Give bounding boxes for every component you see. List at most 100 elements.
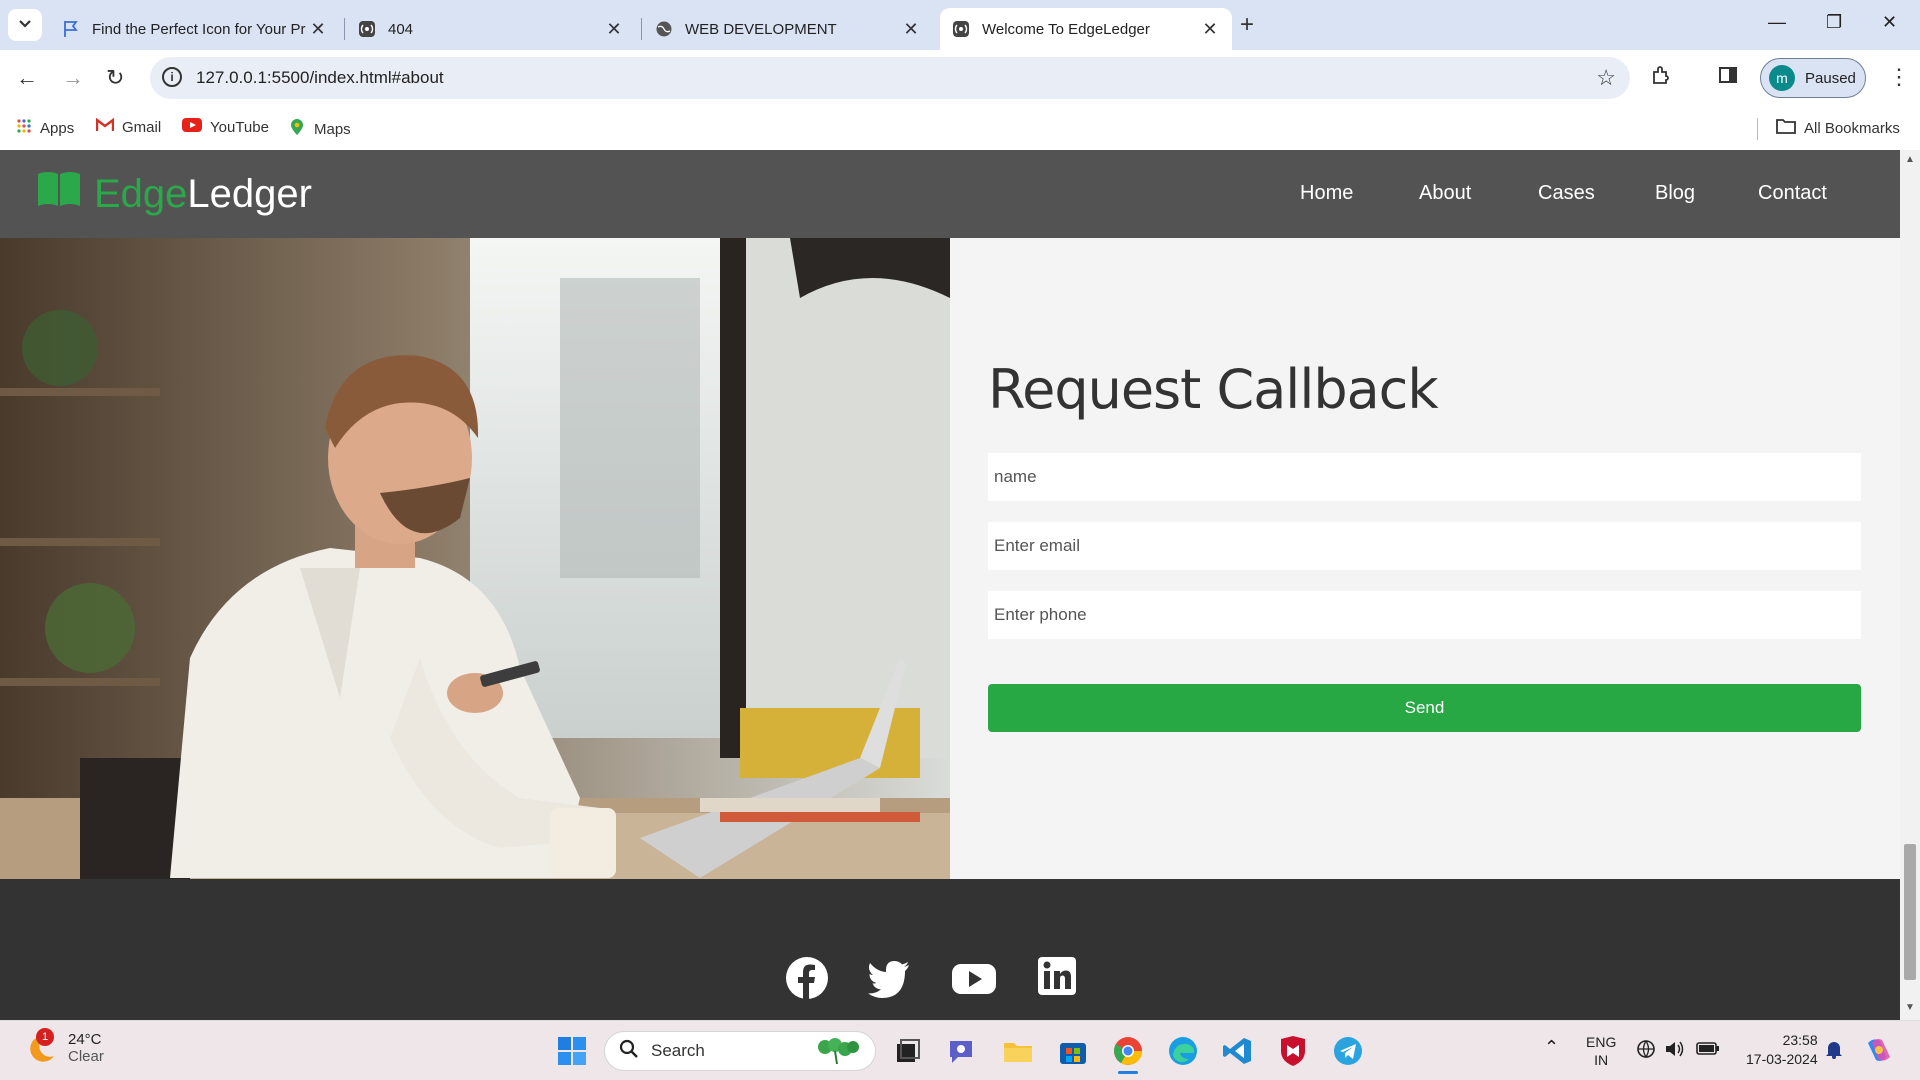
radio-wave-icon	[952, 20, 970, 38]
windows-start-icon[interactable]	[556, 1035, 588, 1067]
web-page: Edge Ledger Home About Cases Blog Contact	[0, 150, 1900, 1020]
apps-grid-icon	[16, 118, 32, 139]
radio-wave-icon	[358, 20, 376, 38]
youtube-icon	[182, 118, 202, 137]
chrome-icon[interactable]	[1112, 1035, 1144, 1074]
avatar: m	[1769, 65, 1795, 91]
language-indicator[interactable]: ENG IN	[1586, 1033, 1616, 1069]
close-icon[interactable]: ✕	[901, 19, 921, 40]
system-clock[interactable]: 23:58 17-03-2024	[1746, 1031, 1818, 1069]
scroll-up-icon[interactable]: ▲	[1905, 154, 1915, 165]
taskbar-search-label: Search	[651, 1041, 705, 1060]
profile-button[interactable]: m Paused	[1760, 58, 1866, 98]
edge-icon[interactable]	[1167, 1035, 1199, 1067]
extensions-icon[interactable]	[1650, 65, 1672, 93]
telegram-icon[interactable]	[1332, 1035, 1364, 1067]
bookmark-label: Gmail	[122, 119, 162, 136]
tab-search-button[interactable]	[8, 9, 42, 41]
phone-input[interactable]	[988, 591, 1861, 639]
url-text[interactable]: 127.0.0.1:5500/index.html#about	[196, 68, 444, 88]
weather-desc: Clear	[68, 1048, 104, 1065]
maps-icon	[288, 118, 306, 141]
battery-icon[interactable]	[1696, 1039, 1720, 1060]
site-header: Edge Ledger Home About Cases Blog Contact	[0, 150, 1900, 238]
back-arrow-icon[interactable]: ←	[16, 64, 38, 92]
close-icon[interactable]: ✕	[308, 19, 328, 40]
restore-icon[interactable]: ❐	[1826, 12, 1842, 33]
copilot-icon[interactable]	[1864, 1035, 1894, 1068]
email-input[interactable]	[988, 522, 1861, 570]
bookmark-maps[interactable]: Maps	[288, 118, 351, 141]
bookmark-label: Apps	[40, 120, 75, 137]
weather-badge: 1	[36, 1028, 54, 1046]
network-icon[interactable]	[1636, 1039, 1656, 1062]
bookmark-label: Maps	[314, 121, 351, 138]
hero-photo-man-with-phone	[0, 238, 950, 879]
forward-arrow-icon[interactable]: →	[62, 64, 84, 92]
side-panel-icon[interactable]	[1718, 65, 1738, 91]
moon-icon: 1	[26, 1028, 58, 1064]
bookmark-label: YouTube	[210, 119, 269, 136]
bookmark-star-icon[interactable]: ☆	[1596, 65, 1616, 91]
close-icon[interactable]: ✕	[604, 19, 624, 40]
nav-home[interactable]: Home	[1300, 182, 1353, 205]
reload-icon[interactable]: ↻	[106, 64, 124, 92]
site-footer	[0, 879, 1900, 1020]
tab-edgeledger[interactable]: Welcome To EdgeLedger ✕	[940, 8, 1232, 50]
volume-icon[interactable]	[1664, 1039, 1686, 1062]
site-logo[interactable]: Edge Ledger	[36, 170, 312, 218]
taskbar-search[interactable]: Search	[604, 1031, 876, 1071]
tab-404[interactable]: 404 ✕	[346, 8, 636, 50]
bookmark-youtube[interactable]: YouTube	[182, 118, 269, 137]
gmail-icon	[95, 117, 115, 137]
bookmark-gmail[interactable]: Gmail	[95, 117, 162, 137]
nav-contact[interactable]: Contact	[1758, 182, 1827, 205]
send-button[interactable]: Send	[988, 684, 1861, 732]
flag-icon	[62, 20, 80, 38]
nav-cases[interactable]: Cases	[1538, 182, 1595, 205]
form-title: Request Callback	[988, 358, 1439, 421]
scrollbar-thumb[interactable]	[1904, 844, 1916, 980]
clock-date: 17-03-2024	[1746, 1051, 1818, 1067]
mcafee-icon[interactable]	[1277, 1035, 1309, 1067]
minimize-icon[interactable]: —	[1768, 12, 1786, 33]
microsoft-store-icon[interactable]	[1057, 1035, 1089, 1067]
shamrock-icon	[813, 1037, 863, 1070]
facebook-icon[interactable]	[785, 956, 829, 1000]
site-info-icon[interactable]: i	[162, 67, 182, 87]
tab-web-development[interactable]: WEB DEVELOPMENT ✕	[643, 8, 933, 50]
tab-title: Welcome To EdgeLedger	[982, 20, 1150, 38]
nav-about[interactable]: About	[1419, 182, 1471, 205]
region-code: IN	[1594, 1052, 1609, 1068]
bookmarks-divider	[1757, 118, 1758, 140]
linkedin-icon[interactable]	[1037, 956, 1081, 1000]
close-icon[interactable]: ✕	[1200, 19, 1220, 40]
bookmark-apps[interactable]: Apps	[16, 118, 74, 139]
window-close-icon[interactable]: ✕	[1882, 12, 1897, 33]
youtube-icon[interactable]	[951, 956, 997, 1000]
name-input[interactable]	[988, 453, 1861, 501]
windows-taskbar: 1 24°C Clear Search ⌃ ENG IN 23:58 17-03…	[0, 1020, 1920, 1080]
active-app-indicator	[1118, 1071, 1138, 1074]
tab-icons[interactable]: Find the Perfect Icon for Your Pr ✕	[50, 8, 340, 50]
menu-kebab-icon[interactable]: ⋮	[1888, 64, 1910, 90]
task-view-icon[interactable]	[892, 1035, 924, 1067]
all-bookmarks-button[interactable]: All Bookmarks	[1776, 118, 1900, 139]
page-scrollbar[interactable]: ▲ ▼	[1900, 150, 1920, 1020]
chevron-up-icon[interactable]: ⌃	[1544, 1037, 1559, 1058]
all-bookmarks-label: All Bookmarks	[1804, 120, 1900, 137]
profile-status: Paused	[1805, 69, 1856, 87]
notification-bell-icon[interactable]	[1824, 1039, 1844, 1062]
teams-chat-icon[interactable]	[946, 1035, 978, 1067]
weather-widget[interactable]: 1 24°C Clear	[26, 1028, 104, 1065]
address-bar[interactable]: i 127.0.0.1:5500/index.html#about ☆	[150, 57, 1630, 99]
twitter-icon[interactable]	[867, 956, 911, 1000]
nav-blog[interactable]: Blog	[1655, 182, 1695, 205]
scroll-down-icon[interactable]: ▼	[1905, 1002, 1915, 1013]
vscode-icon[interactable]	[1222, 1035, 1254, 1067]
file-explorer-icon[interactable]	[1002, 1035, 1034, 1067]
browser-toolbar: ← → ↻ i 127.0.0.1:5500/index.html#about …	[0, 50, 1920, 108]
clock-time: 23:58	[1782, 1032, 1818, 1048]
new-tab-icon[interactable]: +	[1240, 12, 1254, 38]
weather-temp: 24°C	[68, 1031, 102, 1048]
